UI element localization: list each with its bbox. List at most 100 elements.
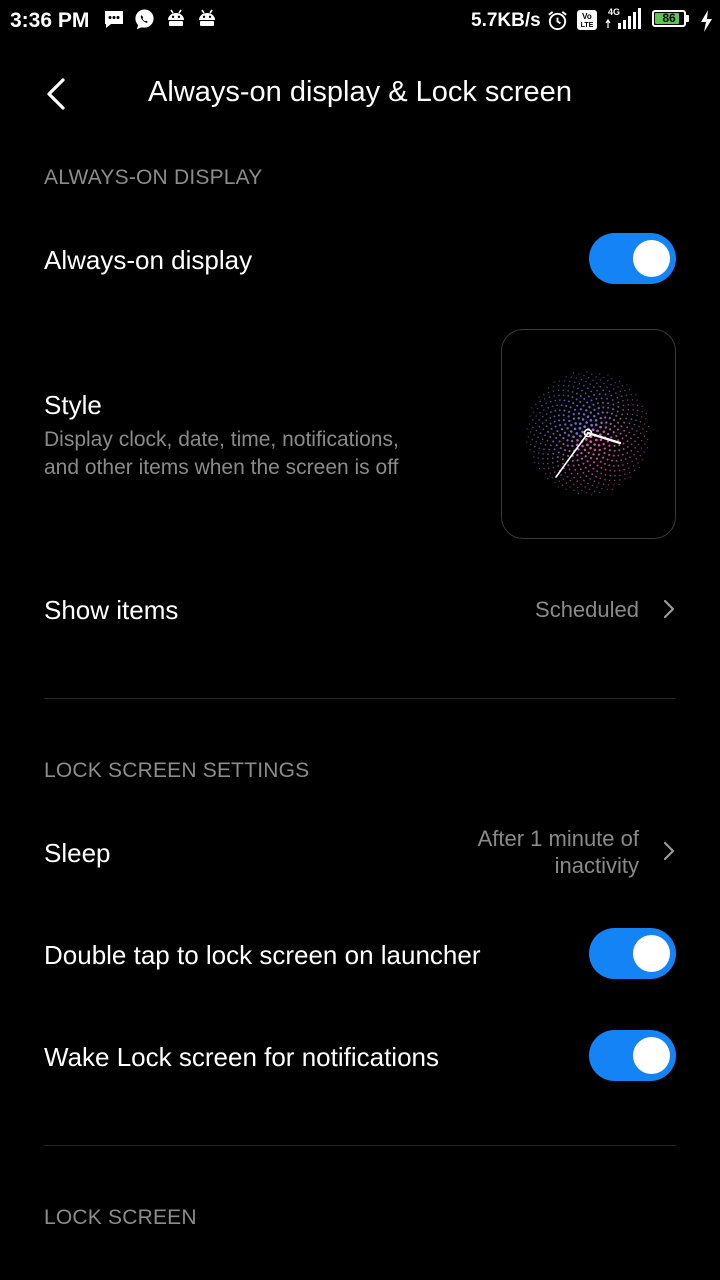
clock-dot (569, 406, 572, 409)
clock-dot (607, 374, 609, 376)
svg-text:4G: 4G (608, 7, 620, 17)
clock-dot (567, 394, 570, 397)
clock-dot (535, 422, 537, 425)
clock-dot (536, 407, 539, 410)
clock-dot (594, 418, 598, 422)
clock-dot (619, 417, 622, 420)
clock-dot (584, 438, 588, 441)
clock-dot (539, 432, 542, 434)
clock-dot (563, 409, 566, 412)
clock-dot (588, 488, 591, 491)
clock-dot (591, 494, 593, 496)
clock-dot (587, 377, 590, 379)
clock-dot (567, 434, 570, 437)
clock-dot (598, 393, 601, 396)
clock-dot (579, 476, 582, 479)
clock-dot (601, 411, 604, 414)
clock-dot (590, 423, 594, 427)
status-time: 3:36 PM (10, 9, 90, 32)
clock-dot (560, 404, 563, 407)
clock-dot (631, 460, 633, 463)
clock-dot (527, 436, 529, 438)
clock-dot (585, 475, 588, 478)
clock-dot (543, 468, 545, 470)
clock-dot (595, 397, 598, 400)
clock-dot (621, 385, 624, 387)
clock-dot (579, 394, 582, 397)
clock-dot (591, 473, 594, 476)
clock-dot (569, 486, 571, 488)
clock-dot (626, 384, 628, 386)
clock-dot (613, 449, 616, 452)
clock-dot (581, 418, 585, 421)
clock-dot (613, 470, 616, 472)
divider (44, 1145, 676, 1146)
clock-dot (593, 443, 596, 446)
clock-dot (563, 431, 567, 434)
clock-dot (554, 425, 557, 428)
clock-dot (567, 464, 570, 467)
clock-dot (556, 460, 559, 463)
clock-dot (568, 410, 571, 413)
clock-dot (591, 428, 595, 432)
clock-dot (576, 480, 579, 482)
clock-dot (606, 386, 608, 389)
aod-toggle[interactable] (589, 233, 676, 284)
clock-dot (556, 404, 559, 407)
section-header-lock-settings: LOCK SCREEN SETTINGS (44, 759, 310, 782)
clock-dot (544, 398, 546, 400)
clock-dot (593, 414, 596, 418)
clock-dot (565, 482, 568, 484)
clock-dot (632, 465, 635, 467)
clock-dot (574, 468, 577, 471)
clock-dot (599, 491, 601, 494)
sleep-label: Sleep (44, 838, 111, 868)
clock-dot (583, 479, 585, 482)
clock-dot (548, 391, 550, 394)
clock-dot (561, 458, 564, 461)
clock-dot (621, 395, 623, 397)
clock-dot (596, 402, 600, 405)
clock-dot (563, 449, 567, 452)
clock-style-preview[interactable] (501, 329, 676, 539)
clock-dot (567, 454, 570, 457)
clock-dot (529, 449, 531, 451)
clock-dot (638, 425, 640, 428)
clock-dot (570, 423, 573, 427)
clock-dot (554, 399, 557, 402)
clock-dot (547, 387, 550, 389)
clock-dot (542, 457, 544, 460)
clock-dot (600, 466, 603, 469)
clock-dot (630, 437, 632, 440)
clock-dot (615, 392, 617, 395)
clock-dot (635, 430, 638, 432)
clock-dot (643, 451, 645, 453)
clock-dot (622, 464, 624, 466)
clock-dot (595, 376, 597, 378)
clock-dot (576, 438, 579, 442)
network-speed: 5.7KB/s (471, 10, 541, 31)
clock-dot (535, 403, 537, 406)
clock-dot (568, 468, 571, 471)
clock-dot (585, 409, 588, 412)
double-tap-toggle[interactable] (589, 928, 676, 979)
clock-dot (559, 399, 561, 401)
clock-dot (634, 440, 636, 443)
clock-dot (604, 393, 607, 396)
clock-dot (589, 457, 593, 460)
clock-dot (541, 415, 544, 418)
clock-dot (619, 432, 622, 435)
clock-dot (548, 396, 551, 398)
clock-dot (529, 415, 531, 417)
signal-4g-icon: 4G (605, 7, 641, 29)
wake-lock-toggle[interactable] (589, 1030, 676, 1081)
clock-dot (537, 436, 539, 439)
clock-dot (600, 472, 603, 475)
clock-dot (631, 399, 634, 401)
clock-dot (580, 378, 583, 381)
clock-dot (555, 444, 558, 447)
clock-dot (609, 422, 612, 426)
clock-dot (542, 428, 545, 431)
clock-dot (577, 412, 581, 415)
clock-dot (633, 433, 635, 436)
